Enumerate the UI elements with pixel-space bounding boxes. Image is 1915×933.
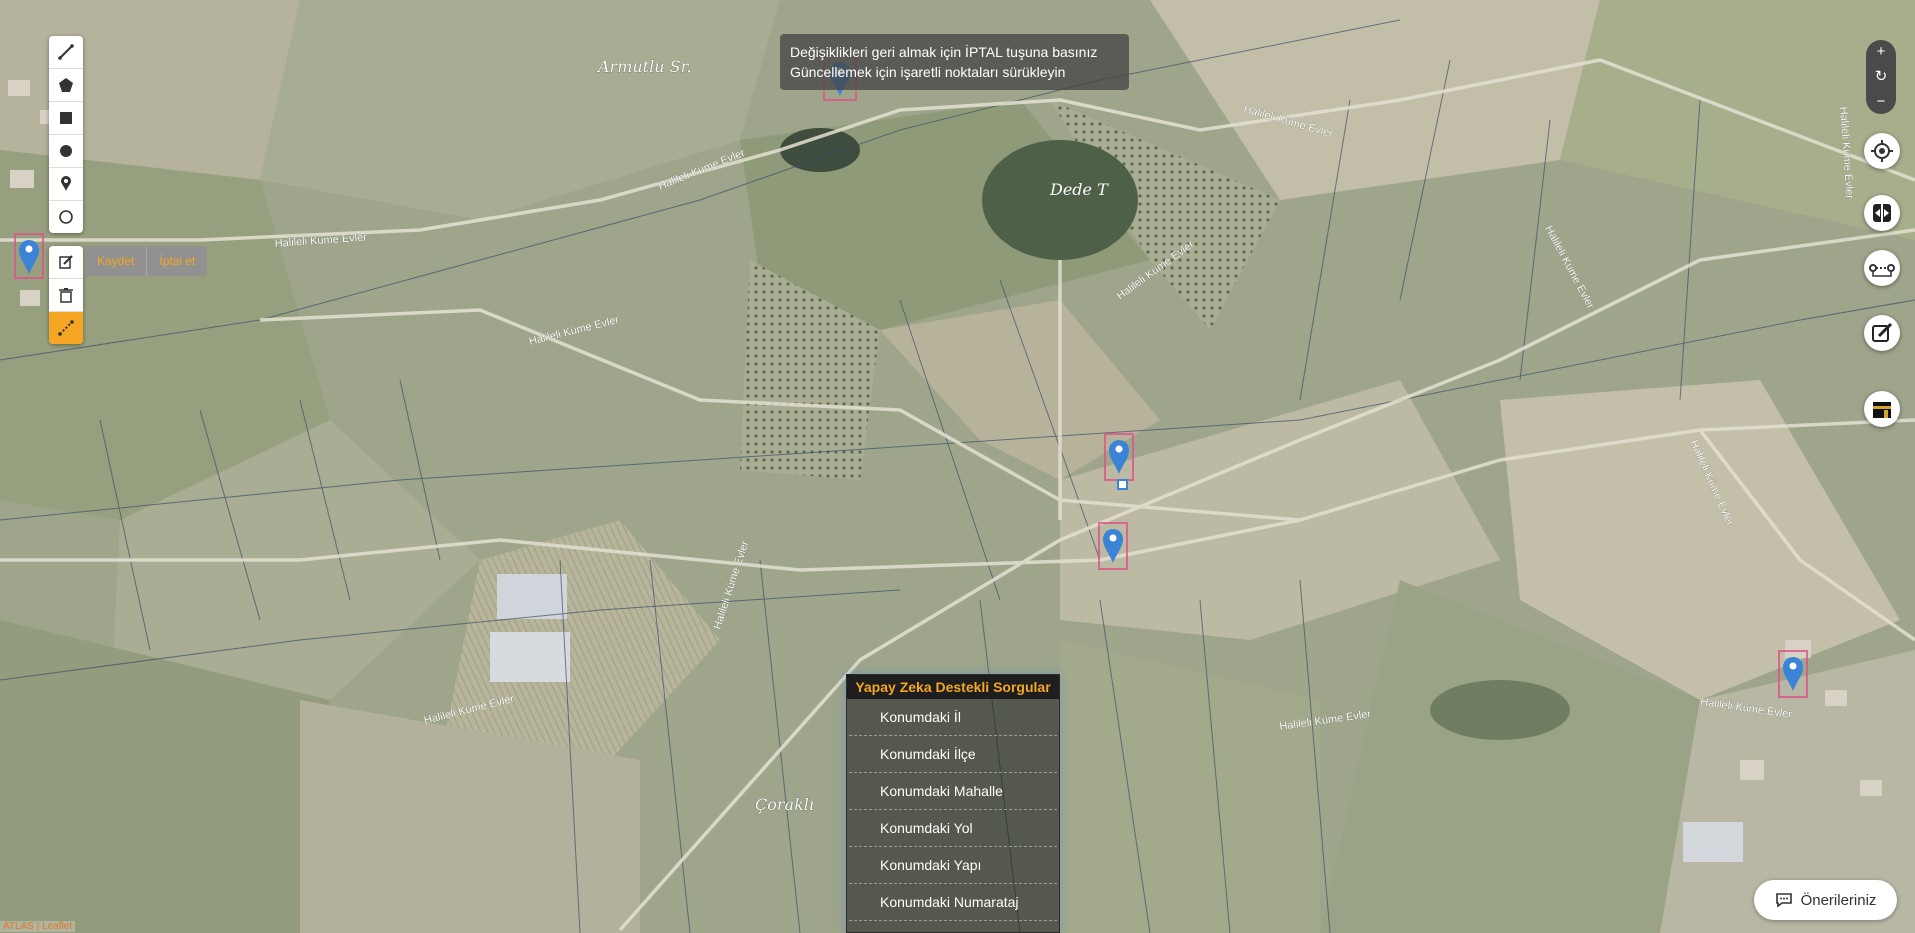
zoom-reset-button[interactable]: ↻ xyxy=(1875,68,1888,86)
ai-query-item[interactable]: Konumdaki İlçe xyxy=(849,736,1057,773)
polyline-icon[interactable] xyxy=(49,36,83,69)
draw-toolbar xyxy=(49,36,83,233)
ai-query-item[interactable]: Konumdaki Yol xyxy=(849,810,1057,847)
ai-query-item[interactable]: Konumdaki Kadastro xyxy=(849,921,1057,932)
edit-actions: Kaydet İptal et xyxy=(85,246,208,276)
ai-query-item[interactable]: Konumdaki Mahalle xyxy=(849,773,1057,810)
tooltip-line: Güncellemek için işaretli noktaları sürü… xyxy=(790,64,1066,80)
edit-tooltip: Değişiklikleri geri almak için İPTAL tuş… xyxy=(780,34,1129,90)
save-button[interactable]: Kaydet xyxy=(85,246,148,276)
tooltip-line: Değişiklikleri geri almak için İPTAL tuş… xyxy=(790,44,1098,60)
polygon-icon[interactable] xyxy=(49,69,83,102)
edit-icon[interactable] xyxy=(49,246,83,279)
edit-note-icon xyxy=(1872,322,1893,342)
zoom-control: + ↻ − xyxy=(1866,40,1896,114)
suggestions-label: Önerileriniz xyxy=(1800,891,1877,909)
ai-query-item[interactable]: Konumdaki İl xyxy=(849,699,1057,736)
rectangle-icon[interactable] xyxy=(49,102,83,135)
ai-panel-title: Yapay Zeka Destekli Sorgular xyxy=(847,675,1059,699)
ai-query-item[interactable]: Konumdaki Yapı xyxy=(849,847,1057,884)
kaaba-icon xyxy=(1873,402,1891,418)
compare-icon xyxy=(1873,204,1891,222)
place-label: Çoraklı xyxy=(755,795,814,814)
trash-icon[interactable] xyxy=(49,279,83,312)
zoom-in-button[interactable]: + xyxy=(1877,43,1886,61)
measure-button[interactable] xyxy=(1864,250,1900,286)
marker-icon[interactable] xyxy=(49,168,83,201)
place-label: Armutlu Sr. xyxy=(596,57,692,76)
zoom-out-button[interactable]: − xyxy=(1877,93,1886,111)
cancel-button[interactable]: İptal et xyxy=(147,246,207,276)
edit-toolbar xyxy=(49,246,83,344)
circle-icon[interactable] xyxy=(49,135,83,168)
locate-icon xyxy=(1871,140,1893,162)
chat-icon xyxy=(1775,893,1792,908)
edit-note-button[interactable] xyxy=(1864,315,1900,351)
ruler-icon[interactable] xyxy=(49,312,83,344)
qibla-button[interactable] xyxy=(1864,391,1900,427)
map-attribution[interactable]: ATLAS | Leaflet xyxy=(0,921,76,932)
edit-vertex-handle[interactable] xyxy=(1117,479,1128,490)
circlemarker-icon[interactable] xyxy=(49,201,83,233)
locate-button[interactable] xyxy=(1864,133,1900,169)
measure-icon xyxy=(1869,264,1895,277)
suggestions-button[interactable]: Önerileriniz xyxy=(1754,880,1897,920)
ai-query-panel: Yapay Zeka Destekli Sorgular Konumdaki İ… xyxy=(846,674,1060,933)
ai-query-item[interactable]: Konumdaki Numarataj xyxy=(849,884,1057,921)
compare-button[interactable] xyxy=(1864,195,1900,231)
place-label: Dede T xyxy=(1049,180,1109,199)
